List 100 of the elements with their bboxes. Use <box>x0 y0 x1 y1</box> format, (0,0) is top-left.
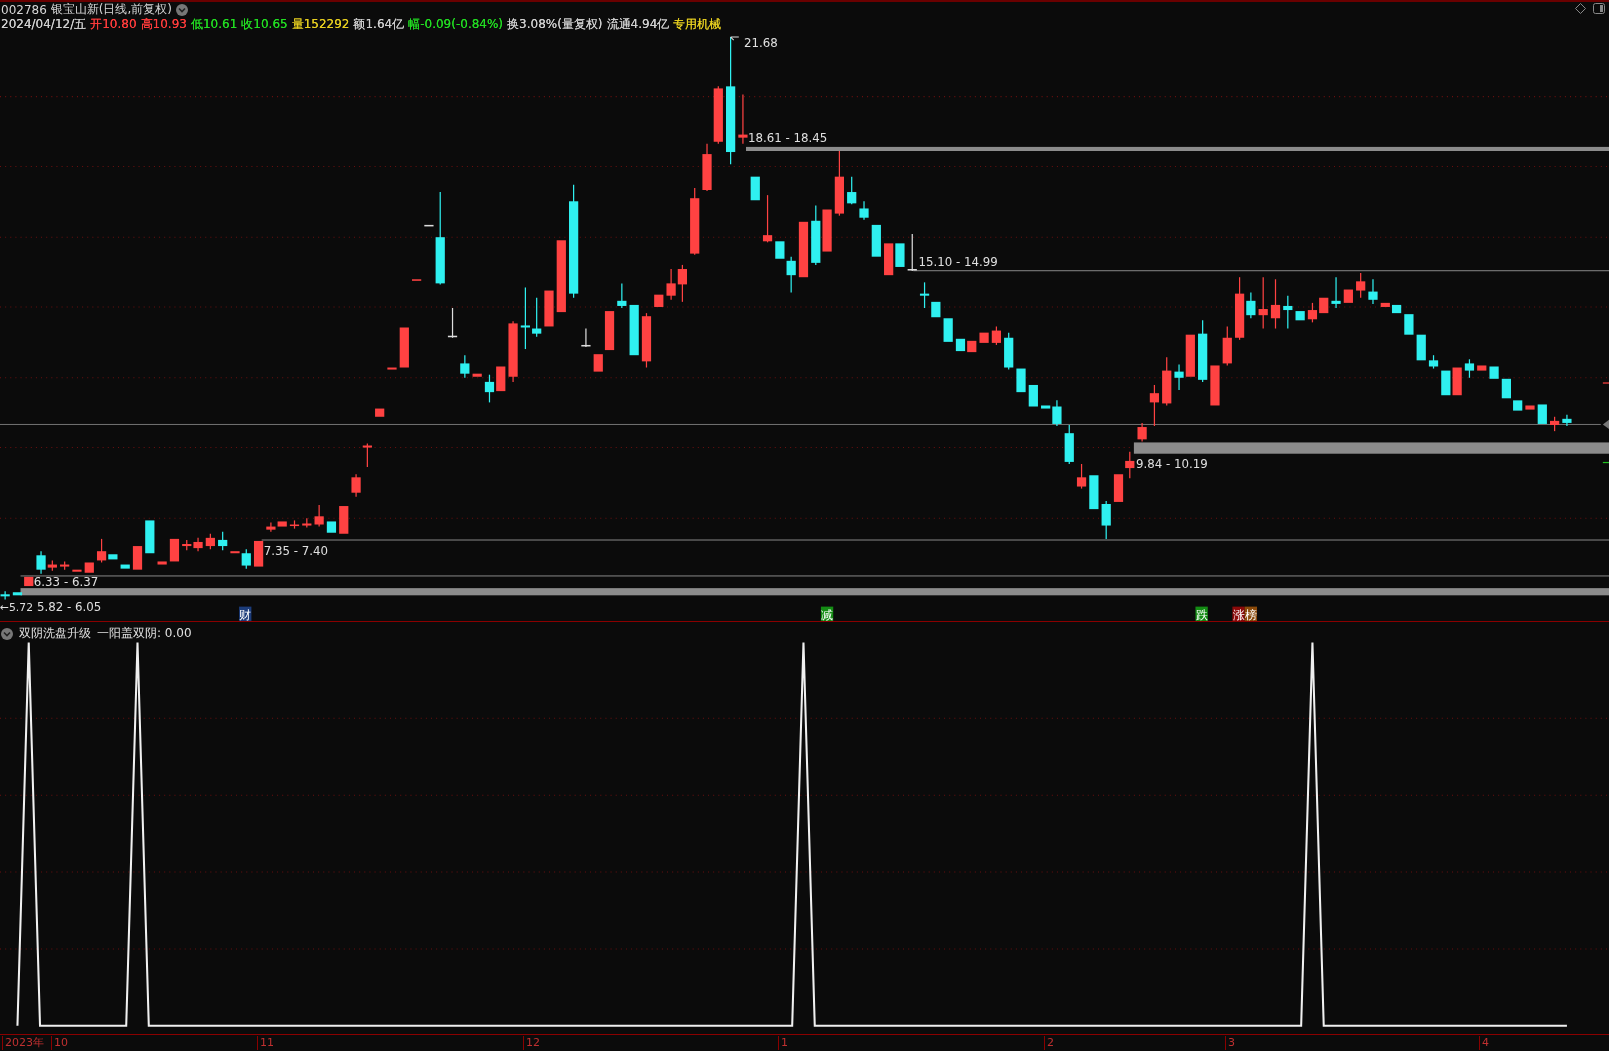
candlestick <box>955 338 966 352</box>
diamond-icon[interactable] <box>1575 3 1586 14</box>
candlestick <box>544 290 554 327</box>
quote-field: 收10.65 <box>241 16 288 33</box>
candlestick <box>654 294 664 307</box>
candlestick <box>157 561 167 565</box>
candlestick <box>1198 319 1208 383</box>
candlestick <box>1149 384 1160 427</box>
candlestick <box>1562 414 1572 427</box>
price-label: 15.10 - 14.99 <box>918 254 998 269</box>
candlestick <box>1368 278 1378 305</box>
candlestick <box>169 538 180 562</box>
candlestick <box>193 537 203 552</box>
candlestick <box>1016 368 1026 393</box>
candlestick <box>1113 474 1124 502</box>
price-label: 18.61 - 18.45 <box>748 130 828 145</box>
candlestick <box>1452 367 1462 396</box>
candlestick <box>1137 422 1147 442</box>
candlestick <box>447 307 458 339</box>
candlestick <box>205 533 215 550</box>
candlestick <box>314 504 324 528</box>
candlestick <box>1162 356 1172 407</box>
event-tag[interactable]: 跌 <box>1195 606 1208 622</box>
candlestick <box>1537 404 1547 424</box>
price-label: 7.35 - 7.40 <box>263 544 328 559</box>
candlestick <box>871 224 881 257</box>
candlestick <box>1307 302 1318 323</box>
candlestick <box>302 517 312 529</box>
candlestick <box>617 282 627 309</box>
candlestick <box>1222 325 1232 367</box>
quote-field: 流通4.94亿 <box>606 16 670 33</box>
candlestick <box>677 264 687 303</box>
panel-toggle-icon[interactable] <box>1593 3 1605 14</box>
quote-field: 专用机械 <box>673 16 722 33</box>
candlestick <box>496 366 506 392</box>
pointer-icon <box>1602 419 1609 430</box>
candlestick <box>1428 354 1439 370</box>
candlestick <box>84 562 94 573</box>
candlestick <box>991 325 1001 346</box>
candlestick <box>508 320 518 383</box>
price-label: 21.68 <box>743 36 778 51</box>
candlestick <box>762 194 773 243</box>
candlestick <box>460 354 470 379</box>
candlestick <box>1089 475 1099 510</box>
quote-field: 高10.93 <box>140 16 187 33</box>
candlestick <box>339 506 349 534</box>
axis-label: 2023年 <box>2 1036 44 1050</box>
quote-field: 开10.80 <box>90 16 137 33</box>
candlestick <box>1343 289 1353 303</box>
candlestick <box>834 150 844 217</box>
candlestick <box>399 327 409 368</box>
candlestick <box>1489 366 1499 379</box>
candlestick <box>412 279 422 281</box>
candlestick <box>1076 463 1087 490</box>
price-label: 9.84 - 10.19 <box>1135 457 1208 472</box>
candlestick <box>1513 400 1523 411</box>
candlestick <box>472 373 482 377</box>
candlestick <box>1416 334 1426 361</box>
candlestick <box>1441 370 1451 396</box>
candlestick <box>738 93 748 145</box>
candlestick <box>1270 278 1281 330</box>
dropdown-icon[interactable] <box>176 3 188 16</box>
candlestick <box>1319 297 1329 314</box>
event-tag[interactable]: 减 <box>820 606 834 622</box>
axis-label: 4 <box>1479 1036 1489 1050</box>
candlestick <box>943 318 953 342</box>
stock-name: 银宝山新(日线,前复权) <box>50 1 172 18</box>
axis-label: 3 <box>1225 1036 1235 1050</box>
candlestick <box>0 590 10 601</box>
event-tag[interactable]: 财 <box>239 606 252 622</box>
candlestick <box>884 243 894 276</box>
candlestick <box>12 592 23 596</box>
candlestick <box>1331 276 1341 309</box>
candlestick <box>145 520 155 554</box>
candlestick <box>1295 311 1305 321</box>
candlestick <box>1258 276 1268 330</box>
quote-field: 2024/04/12/五 <box>1 16 87 33</box>
candlestick <box>351 473 361 498</box>
axis-label: 10 <box>51 1036 68 1050</box>
indicator-reading: 一阳盖双阴: 0.00 <box>97 625 192 642</box>
candlestick <box>690 187 700 256</box>
candlestick <box>593 354 603 372</box>
price-label: ←5.72 <box>0 600 33 614</box>
candlestick <box>1101 500 1111 540</box>
price-tick <box>1602 382 1609 384</box>
candlestick <box>859 200 869 221</box>
event-tag[interactable]: 涨 <box>1232 606 1245 622</box>
candlestick <box>132 546 143 570</box>
candlestick <box>520 286 530 350</box>
candlestick <box>484 374 495 404</box>
quote-field: 幅-0.09(-0.84%) <box>408 16 504 33</box>
candlestick <box>713 85 723 145</box>
candlestick <box>182 539 192 551</box>
candlestick <box>532 297 542 338</box>
axis-label: 12 <box>523 1036 540 1050</box>
candlestick <box>24 576 34 587</box>
candlestick <box>702 143 712 192</box>
price-label: 6.33 - 6.37 <box>33 575 99 590</box>
collapse-icon[interactable] <box>1 627 13 640</box>
candlestick <box>1501 378 1511 399</box>
